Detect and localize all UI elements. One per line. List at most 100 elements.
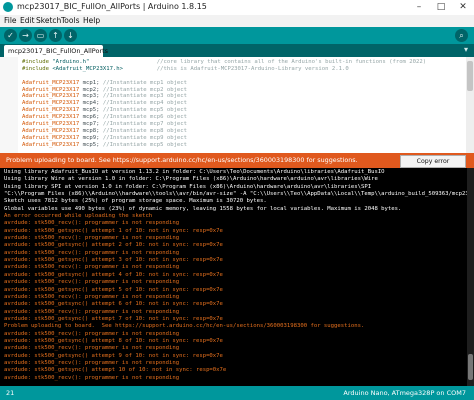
console-output[interactable]: Using library Adafruit_BusIO at version … (0, 168, 474, 386)
code-token: //Instantiate mcp8 object (102, 127, 188, 134)
code-line: Adafruit_MCP23X17 mcp6; //Instantiate mc… (22, 114, 426, 121)
title-bar: mcp23017_BIC_FullOn_AllPorts | Arduino 1… (0, 0, 474, 16)
code-token: //Instantiate mcp2 object (102, 86, 188, 93)
code-token: "Arduino.h" (52, 59, 90, 65)
menu-file[interactable]: File (4, 16, 17, 25)
console-line: avrdude: stk500_getsync() attempt 6 of 1… (4, 301, 223, 308)
console-line: avrdude: stk500_recv(): programmer is no… (4, 359, 180, 366)
board-info: Arduino Nano, ATmega328P on COM7 (343, 389, 466, 397)
save-sketch-button[interactable]: ↓ (64, 29, 77, 42)
minimize-button[interactable]: – (408, 0, 430, 15)
serial-monitor-button[interactable]: ⌕ (455, 29, 468, 42)
window-title: mcp23017_BIC_FullOn_AllPorts | Arduino 1… (17, 2, 207, 11)
verify-button[interactable]: ✓ (4, 29, 17, 42)
code-token: Adafruit_MCP23X17 (22, 134, 80, 141)
console-line: avrdude: stk500_recv(): programmer is no… (4, 235, 180, 242)
code-line: Adafruit_MCP23X17 mcp8; //Instantiate mc… (22, 128, 426, 135)
code-token: //Instantiate mcp9 object (102, 134, 188, 141)
console-line: avrdude: stk500_recv(): programmer is no… (4, 264, 180, 271)
console-line: avrdude: stk500_getsync() attempt 5 of 1… (4, 286, 223, 293)
code-token: Adafruit_MCP23X17 (22, 141, 80, 148)
console-scroll-thumb[interactable] (468, 354, 473, 380)
open-sketch-button[interactable]: ↑ (49, 29, 62, 42)
menu-help[interactable]: Help (83, 16, 100, 25)
tab-bar: mcp23017_BIC_FullOn_AllPorts ▾ (0, 44, 474, 57)
code-token: #include (22, 59, 53, 65)
code-token: //core library that contains all of the … (89, 59, 427, 65)
console-line: Using library SPI at version 1.0 in fold… (4, 183, 372, 190)
console-line: avrdude: stk500_recv(): programmer is no… (4, 308, 180, 315)
toolbar: ✓ → ▭ ↑ ↓ ⌕ (0, 27, 474, 44)
menu-edit[interactable]: Edit (20, 16, 35, 25)
code-token: mcp9; (79, 134, 103, 141)
console-line: avrdude: stk500_getsync() attempt 4 of 1… (4, 271, 223, 278)
console-line: "C:\\Program Files (x86)\\Arduino\\hardw… (4, 191, 469, 198)
code-token: //this is Adafruit-MCP23017-Arduino-Libr… (123, 65, 349, 72)
maximize-button[interactable]: □ (430, 0, 452, 15)
code-token: Adafruit_MCP23X17 (22, 86, 80, 93)
code-token: mcp3; (79, 93, 103, 100)
code-token: Adafruit_MCP23X17 (22, 121, 80, 128)
code-token: mcp2; (79, 86, 103, 93)
close-button[interactable]: ✕ (452, 0, 474, 15)
console-line: avrdude: stk500_getsync() attempt 8 of 1… (4, 337, 223, 344)
console-line: Using library Wire at version 1.0 in fol… (4, 176, 378, 183)
console-line: avrdude: stk500_getsync() attempt 10 of … (4, 367, 227, 374)
console-line: An error occurred while uploading the sk… (4, 213, 153, 220)
code-token: Adafruit_MCP23X17 (22, 100, 80, 107)
copy-error-messages-button[interactable]: Copy error messages (400, 155, 466, 176)
code-line: #include "Arduino.h" //core library that… (22, 59, 426, 66)
code-token: Adafruit_MCP23X17 (22, 127, 80, 134)
console-line: avrdude: stk500_recv(): programmer is no… (4, 345, 180, 352)
status-message: Problem uploading to board. See https://… (6, 156, 358, 164)
code-token: //Instantiate mcp6 object (102, 114, 188, 121)
error-status-bar: Problem uploading to board. See https://… (0, 153, 474, 176)
console-line: avrdude: stk500_recv(): programmer is no… (4, 293, 180, 300)
console-line: Global variables use 490 bytes (23%) of … (4, 205, 402, 212)
code-token: <Adafruit_MCP23X17.h> (52, 65, 124, 72)
tab-menu-chevron-icon[interactable]: ▾ (464, 45, 468, 54)
code-token: Adafruit_MCP23X17 (22, 93, 80, 100)
console-line: avrdude: stk500_getsync() attempt 7 of 1… (4, 315, 223, 322)
editor-scrollbar[interactable] (466, 57, 474, 153)
code-token: //Instantiate mcp5 object (102, 107, 188, 114)
menu-tools[interactable]: Tools (61, 16, 79, 25)
code-line: Adafruit_MCP23X17 mcp7; //Instantiate mc… (22, 121, 426, 128)
tab-sketch[interactable]: mcp23017_BIC_FullOn_AllPorts (4, 45, 108, 57)
console-line: avrdude: stk500_recv(): programmer is no… (4, 220, 180, 227)
console-line: avrdude: stk500_recv(): programmer is no… (4, 330, 180, 337)
code-line: Adafruit_MCP23X17 mcp9; //Instantiate mc… (22, 135, 426, 142)
code-token: mcp6; (79, 114, 103, 121)
editor-scroll-thumb[interactable] (467, 61, 473, 91)
code-token: mcp5; (79, 107, 103, 114)
code-token: Adafruit_MCP23X17 (22, 114, 80, 121)
code-line: Adafruit_MCP23X17 mcp2; //Instantiate mc… (22, 87, 426, 94)
console-line: avrdude: stk500_getsync() attempt 9 of 1… (4, 352, 223, 359)
console-line: Sketch uses 7812 bytes (25%) of program … (4, 198, 267, 205)
upload-button[interactable]: → (19, 29, 32, 42)
code-token: //Instantiate mcp7 object (102, 121, 188, 128)
console-line: avrdude: stk500_recv(): programmer is no… (4, 374, 180, 381)
code-line: Adafruit_MCP23X17 mcp5; //Instantiate mc… (22, 142, 426, 149)
menu-sketch[interactable]: Sketch (36, 16, 61, 25)
code-area[interactable]: #include "Arduino.h" //core library that… (22, 59, 426, 149)
code-token: mcp5; (79, 141, 103, 148)
footer-bar: 21 Arduino Nano, ATmega328P on COM7 (0, 386, 474, 400)
code-line: Adafruit_MCP23X17 mcp3; //Instantiate mc… (22, 93, 426, 100)
console-scrollbar[interactable] (467, 168, 474, 386)
code-line: #include <Adafruit_MCP23X17.h> //this is… (22, 66, 426, 73)
code-token: Adafruit_MCP23X17 (22, 107, 80, 114)
line-number: 21 (6, 389, 15, 397)
code-token: #include (22, 65, 53, 72)
code-line: Adafruit_MCP23X17 mcp1; //Instantiate mc… (22, 80, 426, 87)
code-token: //Instantiate mcp4 object (102, 100, 188, 107)
code-token: //Instantiate mcp1 object (102, 79, 188, 86)
code-token: //Instantiate mcp5 object (102, 141, 188, 148)
code-token: mcp4; (79, 100, 103, 107)
console-line: Using library Adafruit_BusIO at version … (4, 169, 385, 175)
code-editor[interactable]: #include "Arduino.h" //core library that… (0, 57, 474, 153)
code-token: Adafruit_MCP23X17 (22, 79, 80, 86)
new-sketch-button[interactable]: ▭ (34, 29, 47, 42)
code-token: mcp8; (79, 127, 103, 134)
